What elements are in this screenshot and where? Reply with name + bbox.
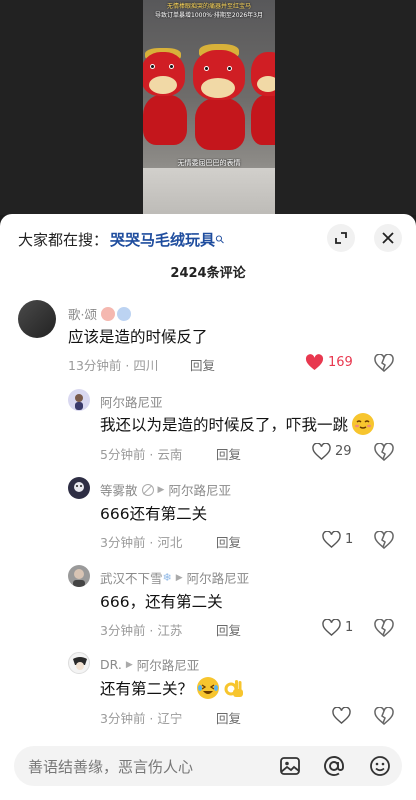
reply-button[interactable]: 回复 — [216, 532, 241, 551]
comment-text-row: 我还以为是造的时候反了，吓我一跳 — [100, 413, 375, 435]
laughing-crying-emoji-icon — [197, 677, 220, 699]
video-caption-top: 无情棒眼痴哭的痛器并至红宝马 — [166, 3, 251, 10]
comment-text: 我还以为是造的时候反了，吓我一跳 — [100, 416, 349, 434]
heart-filled-icon — [305, 354, 324, 371]
comment-count: 2424条评论 — [170, 266, 246, 281]
badge-icon — [116, 306, 131, 321]
shy-emoji-icon — [352, 413, 375, 435]
like-button[interactable]: 1 — [322, 619, 353, 636]
like-count: 1 — [345, 532, 354, 547]
avatar-figure-icon — [73, 569, 85, 587]
avatar-figure-icon — [73, 657, 87, 670]
snowflake-badge-icon: ❄ — [162, 571, 172, 584]
blocked-badge-icon — [141, 483, 154, 496]
reply-to-name[interactable]: 阿尔路尼亚 — [187, 568, 250, 587]
close-icon — [382, 232, 394, 244]
comment-meta: 5分钟前 · 云南 — [100, 447, 183, 462]
reply-to-name[interactable]: 阿尔路尼亚 — [168, 480, 231, 499]
reply-arrow-icon: ▶ — [175, 572, 183, 583]
comment-meta: 3分钟前 · 辽宁 — [100, 711, 183, 726]
comment-author[interactable]: 阿尔路尼亚 — [100, 392, 163, 411]
comment-meta: 13分钟前 · 四川 — [68, 358, 159, 373]
expand-button[interactable] — [327, 224, 355, 252]
comment-author[interactable]: 武汉不下雪 — [100, 568, 163, 587]
comment-author-row[interactable]: 阿尔路尼亚 — [100, 392, 163, 411]
mention-icon[interactable] — [322, 754, 346, 778]
reply-arrow-icon: ▶ — [157, 484, 165, 495]
heart-outline-icon — [312, 443, 331, 460]
reply-button[interactable]: 回复 — [216, 708, 241, 727]
like-button[interactable]: 169 — [305, 354, 353, 371]
avatar-figure-icon — [74, 482, 84, 492]
comment-input-placeholder: 善语结善缘，恶言伤人心 — [28, 758, 194, 776]
dislike-icon[interactable] — [374, 619, 394, 637]
dislike-icon[interactable] — [374, 707, 394, 725]
comment-text: 应该是造的时候反了 — [68, 328, 208, 346]
avatar[interactable] — [68, 652, 90, 674]
like-count: 169 — [328, 355, 353, 370]
heart-outline-icon — [322, 531, 341, 548]
red-horse-plush-right — [249, 40, 275, 150]
close-button[interactable] — [374, 224, 402, 252]
like-button[interactable]: 1 — [322, 531, 353, 548]
emoji-icon[interactable] — [368, 754, 392, 778]
comment-text: 还有第二关？ — [100, 680, 194, 698]
dislike-icon[interactable] — [374, 354, 394, 372]
expand-icon — [335, 232, 347, 244]
comment-author-row[interactable]: 等雾散 ▶ 阿尔路尼亚 — [100, 480, 231, 499]
trending-search-label: 大家都在搜： — [18, 230, 109, 249]
comment-text: 666，还有第二关 — [100, 593, 223, 611]
comment-input[interactable]: 善语结善缘，恶言伤人心 — [14, 746, 402, 786]
avatar-figure-icon — [75, 394, 83, 410]
reply-button[interactable]: 回复 — [190, 355, 215, 374]
heart-outline-icon — [332, 707, 351, 724]
heart-outline-icon — [322, 619, 341, 636]
reply-to-name[interactable]: 阿尔路尼亚 — [137, 655, 200, 674]
avatar[interactable] — [68, 477, 90, 499]
avatar[interactable] — [68, 565, 90, 587]
video-subtitle: 无情委屈巴巴的表情 — [177, 159, 241, 167]
image-icon[interactable] — [278, 754, 302, 778]
badge-icon — [100, 306, 115, 321]
like-count: 1 — [345, 620, 354, 635]
comment-text: 666还有第二关 — [100, 505, 208, 523]
comment-meta: 3分钟前 · 河北 — [100, 535, 183, 550]
reply-arrow-icon: ▶ — [125, 659, 133, 670]
comment-author[interactable]: 等雾散 — [100, 480, 138, 499]
video-caption-second: 导致订单暴增1000%·排期至2026年3月 — [155, 12, 263, 19]
comment-sheet: 大家都在搜： 哭哭马毛绒玩具 ⚲ 2424条评论 歌·颂 应该是造的时候反了 1… — [0, 214, 416, 800]
avatar[interactable] — [18, 300, 56, 338]
comment-author[interactable]: DR. — [100, 657, 122, 672]
like-button[interactable]: 29 — [312, 443, 352, 460]
comment-author-row[interactable]: 歌·颂 — [68, 304, 131, 323]
like-count: 29 — [335, 444, 352, 459]
dislike-icon[interactable] — [374, 443, 394, 461]
reply-button[interactable]: 回复 — [216, 620, 241, 639]
like-button[interactable] — [332, 707, 355, 724]
reply-button[interactable]: 回复 — [216, 444, 241, 463]
avatar[interactable] — [68, 389, 90, 411]
red-horse-plush-center — [191, 40, 249, 150]
red-horse-plush-left — [143, 40, 189, 150]
comment-meta: 3分钟前 · 江苏 — [100, 623, 183, 638]
trending-search-term[interactable]: 哭哭马毛绒玩具 — [110, 229, 215, 250]
comment-author-row[interactable]: DR. ▶ 阿尔路尼亚 — [100, 655, 199, 674]
dislike-icon[interactable] — [374, 531, 394, 549]
comment-author[interactable]: 歌·颂 — [68, 304, 97, 323]
shelf — [143, 168, 275, 215]
video-player[interactable]: 无情棒眼痴哭的痛器并至红宝马 导致订单暴增1000%·排期至2026年3月 无情… — [143, 0, 275, 215]
trending-search[interactable]: 大家都在搜： 哭哭马毛绒玩具 ⚲ — [18, 228, 228, 250]
ok-hand-emoji-icon — [223, 677, 245, 699]
comment-author-row[interactable]: 武汉不下雪 ❄ ▶ 阿尔路尼亚 — [100, 568, 249, 587]
comment-text-row: 还有第二关？ — [100, 677, 245, 699]
